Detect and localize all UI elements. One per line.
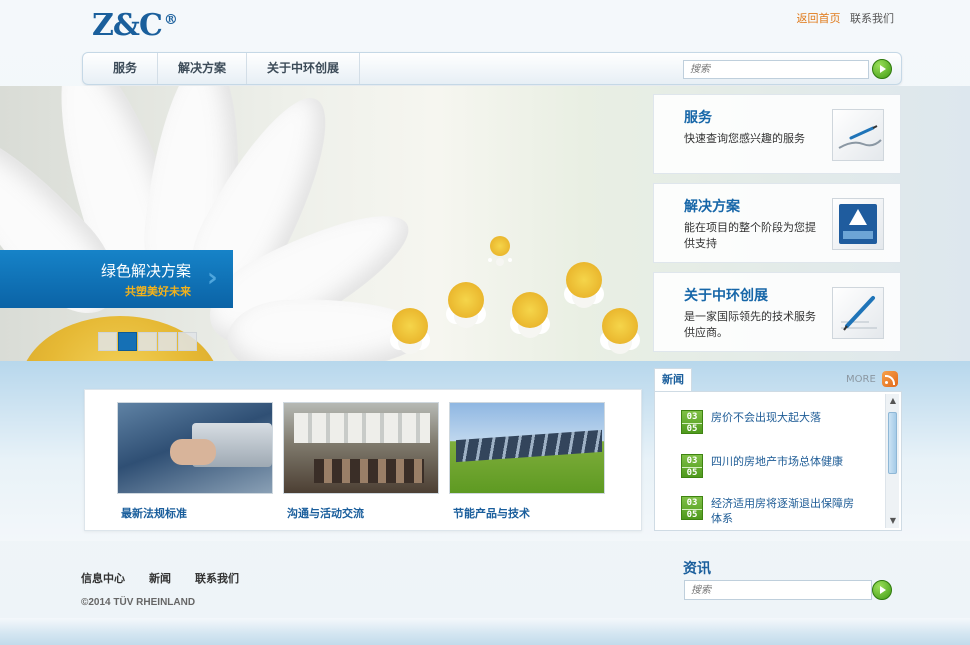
- top-links: 返回首页 联系我们: [797, 10, 895, 26]
- mini-daisy-decor: [602, 308, 638, 344]
- nav-item-solutions[interactable]: 解决方案: [158, 53, 248, 84]
- tab-news[interactable]: 新闻: [654, 368, 692, 392]
- scroll-thumb[interactable]: [888, 412, 897, 474]
- mini-daisy-decor: [392, 308, 428, 344]
- tile-image[interactable]: [117, 402, 273, 494]
- slider-dot-2[interactable]: [118, 332, 137, 351]
- card-desc: 是一家国际领先的技术服务供应商。: [684, 310, 816, 339]
- footer-link-info-center[interactable]: 信息中心: [81, 570, 125, 586]
- date-month: 03: [686, 498, 698, 508]
- mini-daisy-decor: [490, 236, 510, 256]
- site-logo[interactable]: Z&C ®: [92, 8, 178, 43]
- nav-search-input[interactable]: [683, 60, 869, 79]
- date-badge: 03 05: [681, 454, 703, 478]
- tuv-logo-shape: [839, 204, 877, 244]
- main-nav: 服务 解决方案 关于中环创展: [82, 52, 902, 85]
- footer-link-news[interactable]: 新闻: [149, 570, 171, 586]
- scroll-up-icon[interactable]: ▲: [886, 394, 900, 408]
- service-cards: 服务 快速查询您感兴趣的服务 解决方案 能在项目的整个阶段为您提供支持 关于中环…: [653, 94, 901, 361]
- card-title: 关于中环创展: [684, 288, 768, 304]
- card-title: 解决方案: [684, 199, 740, 215]
- news-list: 03 05 房价不会出现大起大落 03 05 四川的房地产市场总体健康 03 0…: [654, 391, 902, 531]
- hero-subtitle: 共塑美好未来: [125, 285, 191, 298]
- home-link[interactable]: 返回首页: [797, 12, 841, 25]
- slider-dot-1[interactable]: [98, 332, 117, 351]
- news-title[interactable]: 经济适用房将逐渐退出保障房体系: [711, 496, 857, 526]
- card-solutions[interactable]: 解决方案 能在项目的整个阶段为您提供支持: [653, 183, 901, 263]
- tile-regulations[interactable]: 最新法规标准: [117, 402, 273, 521]
- scroll-down-icon[interactable]: ▼: [886, 514, 900, 528]
- footer-search-input[interactable]: [684, 580, 872, 600]
- tile-caption[interactable]: 沟通与活动交流: [283, 505, 439, 521]
- date-day: 05: [682, 509, 702, 521]
- slider-dot-3[interactable]: [138, 332, 157, 351]
- mini-daisy-decor: [448, 282, 484, 318]
- tile-image[interactable]: [449, 402, 605, 494]
- date-month: 03: [686, 456, 698, 466]
- news-title[interactable]: 四川的房地产市场总体健康: [711, 454, 857, 469]
- card-desc: 快速查询您感兴趣的服务: [684, 132, 805, 145]
- tile-energy[interactable]: 节能产品与技术: [449, 402, 605, 521]
- news-title[interactable]: 房价不会出现大起大落: [711, 410, 857, 425]
- slider-dot-5[interactable]: [178, 332, 197, 351]
- card-about[interactable]: 关于中环创展 是一家国际领先的技术服务供应商。: [653, 272, 901, 352]
- rss-icon[interactable]: [882, 371, 898, 387]
- chevron-right-icon: ›: [207, 263, 218, 293]
- slider-pagination: [98, 332, 197, 351]
- slider-dot-4[interactable]: [158, 332, 177, 351]
- date-day: 05: [682, 423, 702, 435]
- tile-caption[interactable]: 节能产品与技术: [449, 505, 605, 521]
- date-badge: 03 05: [681, 496, 703, 520]
- pen-curve-icon: [832, 109, 884, 161]
- date-month: 03: [686, 412, 698, 422]
- feature-tiles: 最新法规标准 沟通与活动交流 节能产品与技术: [84, 389, 642, 531]
- card-desc: 能在项目的整个阶段为您提供支持: [684, 221, 816, 250]
- pen-writing-icon: [832, 287, 884, 339]
- date-day: 05: [682, 467, 702, 479]
- mini-daisy-decor: [512, 292, 548, 328]
- hero-caption-banner[interactable]: 绿色解决方案 共塑美好未来 ›: [0, 250, 233, 308]
- copyright: ©2014 TÜV RHEINLAND: [81, 597, 196, 608]
- news-more-link[interactable]: MORE: [846, 374, 876, 385]
- logo-registered-mark: ®: [163, 12, 178, 28]
- tile-events[interactable]: 沟通与活动交流: [283, 402, 439, 521]
- tuv-certified-icon: [832, 198, 884, 250]
- date-badge: 03 05: [681, 410, 703, 434]
- info-title: 资讯: [683, 561, 711, 577]
- news-scrollbar[interactable]: ▲ ▼: [885, 394, 899, 528]
- hero-title: 绿色解决方案: [100, 262, 191, 280]
- footer-links: 信息中心 新闻 联系我们: [81, 570, 263, 586]
- footer-link-contact[interactable]: 联系我们: [195, 570, 239, 586]
- nav-item-services[interactable]: 服务: [93, 53, 159, 84]
- mini-daisy-decor: [566, 262, 602, 298]
- logo-text: Z&C: [92, 8, 163, 43]
- contact-link[interactable]: 联系我们: [850, 12, 894, 25]
- nav-item-about[interactable]: 关于中环创展: [247, 53, 361, 84]
- bottom-strip-decor: [0, 618, 970, 645]
- tile-caption[interactable]: 最新法规标准: [117, 505, 273, 521]
- card-title: 服务: [684, 110, 712, 126]
- footer-search-go-icon[interactable]: [872, 580, 892, 600]
- card-services[interactable]: 服务 快速查询您感兴趣的服务: [653, 94, 901, 174]
- nav-search-go-icon[interactable]: [872, 59, 892, 79]
- tile-image[interactable]: [283, 402, 439, 494]
- nav-items: 服务 解决方案 关于中环创展: [93, 53, 361, 84]
